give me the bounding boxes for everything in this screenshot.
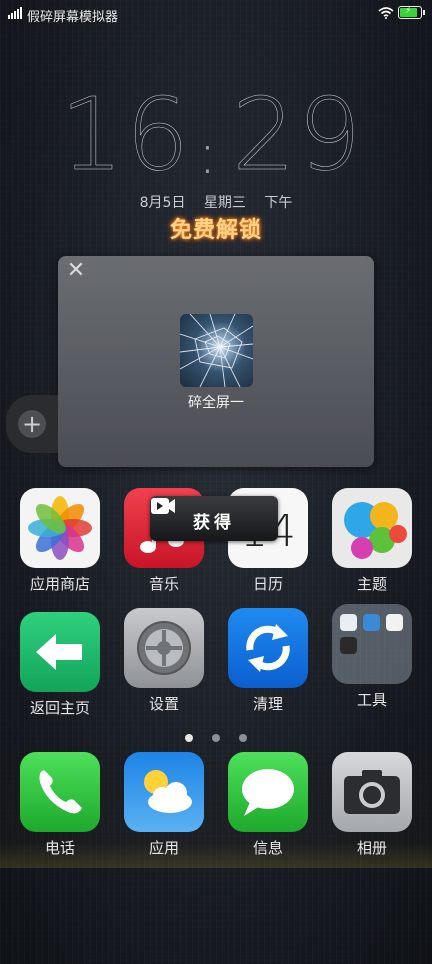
app-tools[interactable]: 工具 (324, 604, 420, 710)
folder-icon (332, 604, 412, 684)
app-label: 清理 (252, 695, 283, 713)
photos-icon (20, 488, 100, 568)
app-apps[interactable]: 应用 (116, 752, 212, 858)
period: 下午 (264, 195, 293, 211)
status-title: 假碎屏幕模拟器 (27, 10, 119, 25)
app-label: 工具 (356, 691, 387, 709)
status-bar: 假碎屏幕模拟器 ⚡ (0, 0, 432, 28)
messages-icon (228, 752, 308, 832)
popup-app-name: 碎全屏一 (188, 395, 244, 411)
refresh-icon (228, 608, 308, 688)
weather-icon (124, 752, 204, 832)
reward-label: 获得 (193, 513, 235, 533)
close-icon[interactable]: ✕ (64, 259, 88, 283)
app-label: 主题 (356, 575, 387, 593)
app-back-home[interactable]: 返回主页 (12, 612, 108, 718)
clock-minute: 29 (232, 76, 364, 193)
app-theme[interactable]: 主题 (324, 488, 420, 594)
app-settings[interactable]: 设置 (116, 608, 212, 714)
app-label: 音乐 (148, 575, 179, 593)
app-store[interactable]: 应用商店 (12, 488, 108, 594)
wifi-icon (378, 7, 394, 19)
app-label: 日历 (252, 575, 283, 593)
date-line: 8月5日 星期三 下午 (0, 192, 432, 212)
weekday: 星期三 (203, 195, 246, 211)
app-label: 设置 (148, 695, 179, 713)
floating-add-button[interactable]: + (6, 395, 58, 453)
app-clean[interactable]: 清理 (220, 608, 316, 714)
app-label: 信息 (252, 839, 283, 857)
phone-icon (20, 752, 100, 832)
battery-charging-icon: ⚡ (398, 6, 425, 19)
app-label: 应用 (148, 839, 179, 857)
app-popup: ✕ 碎全屏一 (58, 256, 374, 467)
app-label: 返回主页 (29, 699, 90, 717)
plus-icon: + (18, 410, 46, 438)
theme-icon (332, 488, 412, 568)
back-arrow-icon (20, 612, 100, 692)
app-phone[interactable]: 电话 (12, 752, 108, 858)
lock-screen: 假碎屏幕模拟器 ⚡ 16 : 29 8月5日 星期三 下午 免费解锁 ✕ 碎全屏… (0, 0, 432, 964)
clock-hour: 16 (60, 76, 192, 193)
settings-icon (124, 608, 204, 688)
free-unlock-headline[interactable]: 免费解锁 (0, 212, 432, 244)
signal-icon (8, 7, 22, 19)
app-label: 相册 (356, 839, 387, 857)
camera-icon (332, 752, 412, 832)
app-label: 电话 (44, 839, 75, 857)
clock: 16 : 29 (60, 76, 372, 193)
date: 8月5日 (139, 195, 186, 211)
cracked-screen-app-icon[interactable] (180, 314, 253, 387)
app-label: 应用商店 (29, 575, 90, 593)
app-messages[interactable]: 信息 (220, 752, 316, 858)
reward-tooltip[interactable]: 获得 (150, 496, 278, 541)
app-album[interactable]: 相册 (324, 752, 420, 858)
